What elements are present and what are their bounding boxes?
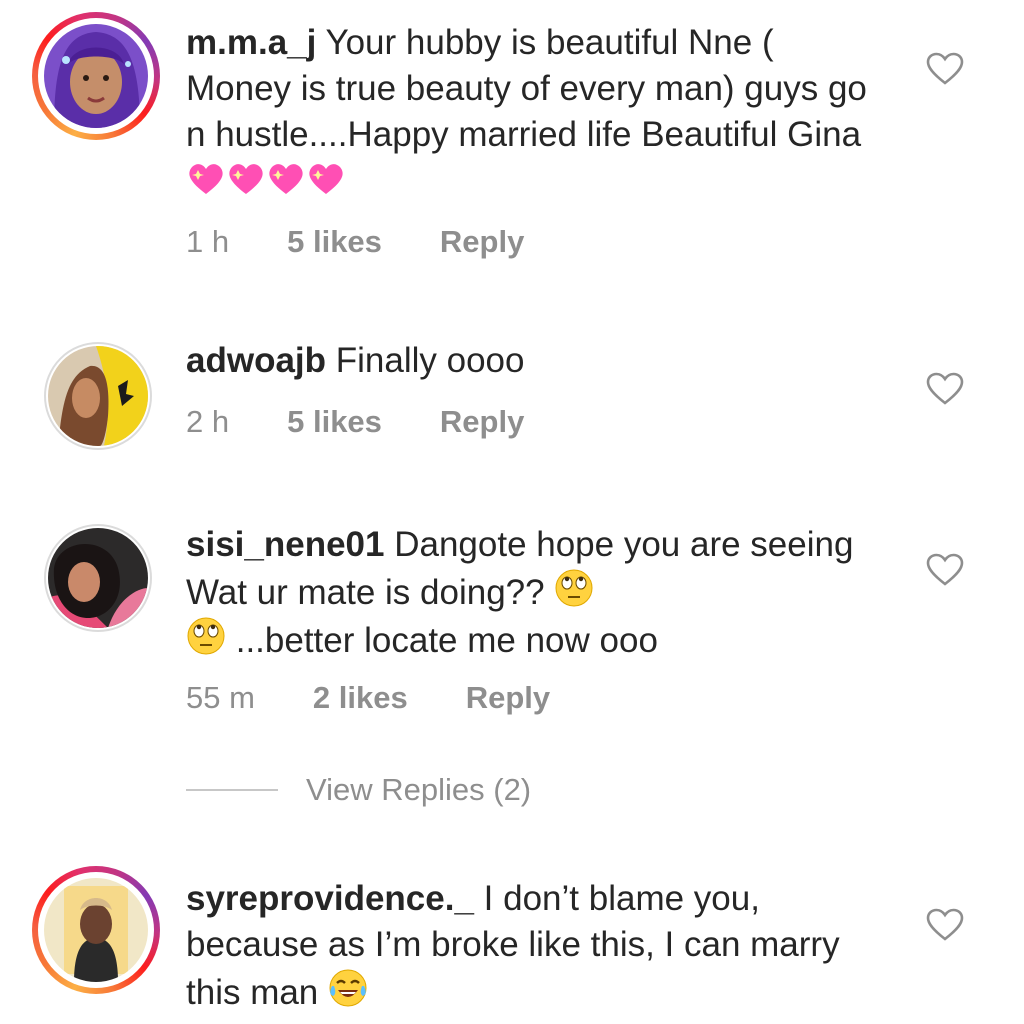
divider xyxy=(186,789,278,791)
sparkling-heart-icon xyxy=(269,164,303,194)
comment-text: m.m.a_j Your hubby is beautiful Nne ( Mo… xyxy=(186,20,886,204)
rolling-eyes-emoji-icon xyxy=(187,617,225,655)
reply-button[interactable]: Reply xyxy=(440,404,524,440)
sparkling-heart-emoji-group xyxy=(186,161,346,200)
comment-time: 55 m xyxy=(186,680,255,715)
view-replies-label[interactable]: View Replies (2) xyxy=(306,772,531,808)
reply-button[interactable]: Reply xyxy=(440,224,524,260)
avatar xyxy=(44,24,148,128)
likes-count[interactable]: 5 likes xyxy=(287,224,382,260)
sparkling-heart-icon xyxy=(189,164,223,194)
view-replies[interactable]: View Replies (2) xyxy=(186,772,531,808)
comment-username[interactable]: m.m.a_j xyxy=(186,23,316,62)
avatar-story-ring[interactable] xyxy=(32,866,160,994)
likes-count[interactable]: 5 likes xyxy=(287,404,382,440)
comment-meta: 1 h 5 likes Reply xyxy=(186,224,524,260)
comment-username[interactable]: sisi_nene01 xyxy=(186,525,384,564)
heart-outline-icon[interactable] xyxy=(926,372,964,406)
tears-of-joy-emoji-icon xyxy=(329,969,367,1007)
comment-body-part-2: ...better locate me now ooo xyxy=(235,621,658,660)
comment-username[interactable]: syreprovidence._ xyxy=(186,879,474,918)
comment-text: syreprovidence._ I don’t blame you, beca… xyxy=(186,876,886,1016)
avatar[interactable] xyxy=(44,342,152,450)
comment-meta: 2 h 5 likes Reply xyxy=(186,404,524,440)
avatar-image xyxy=(48,346,148,446)
reply-button[interactable]: Reply xyxy=(466,680,550,716)
comment-text: sisi_nene01 Dangote hope you are seeing … xyxy=(186,522,886,664)
avatar[interactable] xyxy=(44,524,152,632)
comment-username[interactable]: adwoajb xyxy=(186,341,326,380)
heart-outline-icon[interactable] xyxy=(926,553,964,587)
comment-text: adwoajb Finally oooo xyxy=(186,338,886,384)
comment-body: Finally oooo xyxy=(335,341,525,380)
comment-time: 2 h xyxy=(186,404,230,439)
heart-outline-icon[interactable] xyxy=(926,908,964,942)
comment-meta: 55 m 2 likes Reply xyxy=(186,680,550,716)
avatar-image xyxy=(48,528,148,628)
sparkling-heart-icon xyxy=(309,164,343,194)
avatar-story-ring[interactable] xyxy=(32,12,160,140)
rolling-eyes-emoji-icon xyxy=(555,569,593,607)
heart-outline-icon[interactable] xyxy=(926,52,964,86)
comment-time: 1 h xyxy=(186,224,230,259)
sparkling-heart-icon xyxy=(229,164,263,194)
avatar xyxy=(44,878,148,982)
likes-count[interactable]: 2 likes xyxy=(313,680,408,716)
